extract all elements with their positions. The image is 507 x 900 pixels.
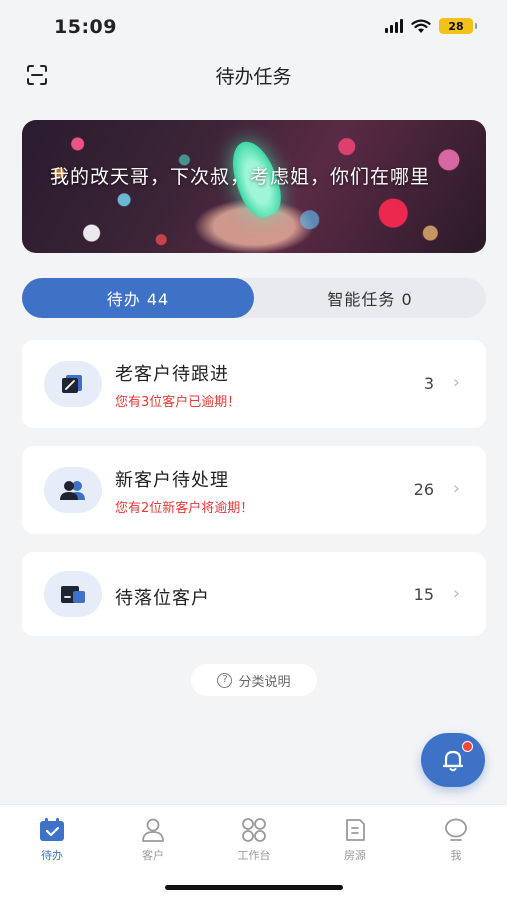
card-title: 老客户待跟进 [115, 364, 229, 385]
task-card-pending-placement[interactable]: 待落位客户 15 › [22, 552, 486, 636]
tabbar-item-listings[interactable]: 房源 [315, 815, 395, 863]
card-count: 15 [413, 585, 434, 604]
home-indicator [165, 885, 343, 890]
user-icon [142, 818, 164, 842]
card-icon-bg [44, 467, 102, 513]
card-count: 26 [413, 480, 434, 499]
status-indicators: 28 [385, 18, 477, 34]
chevron-right-icon: › [452, 478, 460, 499]
wallet-icon [61, 586, 85, 603]
card-warning: 您有3位客户已逾期！ [115, 395, 241, 410]
tabbar-item-todo[interactable]: 待办 [12, 815, 92, 863]
header: 待办任务 [0, 52, 507, 96]
tab-label: 客户 [142, 849, 164, 862]
status-bar: 15:09 28 [0, 0, 507, 52]
tab-label: 房源 [344, 849, 366, 862]
tab-label: 我 [450, 849, 462, 862]
tabbar-item-customers[interactable]: 客户 [113, 815, 193, 863]
task-card-new-customers[interactable]: 新客户待处理 您有2位新客户将逾期！ 26 › [22, 446, 486, 534]
battery-level: 28 [448, 19, 464, 33]
card-count: 3 [423, 374, 434, 393]
status-time: 15:09 [54, 16, 117, 38]
edit-icon [62, 375, 82, 393]
card-warning: 您有2位新客户将逾期！ [115, 501, 254, 516]
card-icon-bg [44, 361, 102, 407]
tabbar-item-me[interactable]: 我 [416, 815, 496, 863]
question-icon: ? [217, 672, 233, 688]
category-help-button[interactable]: ? 分类说明 [191, 664, 317, 696]
wifi-icon [411, 19, 431, 33]
tab-label: 待办 [41, 849, 63, 862]
bottom-tab-bar: 待办 客户 工作台 房源 我 [0, 804, 507, 900]
segment-control: 待办 44 智能任务 0 [22, 278, 486, 318]
profile-icon [445, 818, 467, 841]
signal-icon [385, 19, 403, 33]
card-title: 新客户待处理 [115, 470, 229, 491]
bell-icon [442, 750, 464, 772]
calendar-check-icon [40, 818, 64, 841]
help-label: 分类说明 [238, 674, 291, 690]
tabbar-item-workbench[interactable]: 工作台 [214, 815, 294, 863]
card-title: 待落位客户 [115, 588, 210, 609]
task-card-old-customers[interactable]: 老客户待跟进 您有3位客户已逾期！ 3 › [22, 340, 486, 428]
grid-icon [242, 818, 266, 842]
tab-smart-tasks[interactable]: 智能任务 0 [254, 278, 486, 318]
banner-text: 我的改天哥，下次叔，考虑姐，你们在哪里 [50, 166, 431, 188]
notification-fab[interactable] [421, 733, 485, 787]
tab-todo[interactable]: 待办 44 [22, 278, 254, 318]
notification-badge [462, 741, 473, 752]
document-icon [346, 819, 365, 841]
battery-icon: 28 [439, 18, 477, 34]
chevron-right-icon: › [452, 372, 460, 393]
tab-label: 工作台 [237, 849, 271, 862]
page-title: 待办任务 [215, 66, 292, 88]
users-icon [60, 481, 85, 500]
card-icon-bg [44, 571, 102, 617]
chevron-right-icon: › [452, 583, 460, 604]
